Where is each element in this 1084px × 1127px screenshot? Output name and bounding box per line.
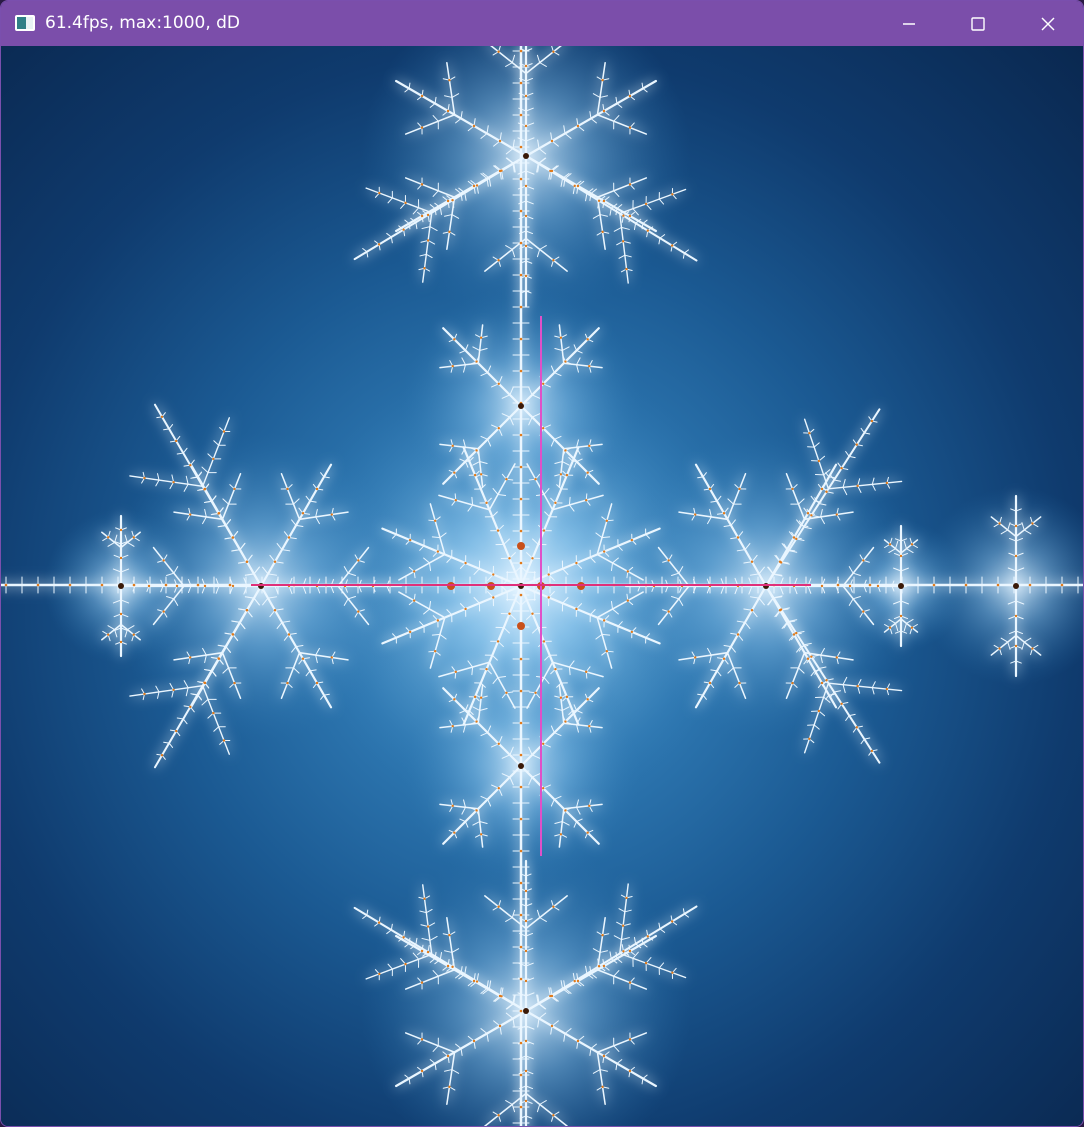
title-bar[interactable]: 61.4fps, max:1000, dD — [1, 1, 1083, 46]
minimize-icon — [903, 22, 915, 25]
fractal-canvas[interactable] — [1, 46, 1083, 1126]
minimize-button[interactable] — [874, 1, 944, 46]
maximize-button[interactable] — [943, 1, 1013, 46]
window-title: 61.4fps, max:1000, dD — [45, 13, 241, 33]
app-window-icon — [15, 15, 35, 31]
close-icon — [1041, 17, 1055, 30]
maximize-icon — [971, 16, 985, 31]
close-button[interactable] — [1013, 1, 1083, 46]
app-window: 61.4fps, max:1000, dD — [0, 0, 1084, 1127]
fractal-image — [1, 46, 1083, 1126]
